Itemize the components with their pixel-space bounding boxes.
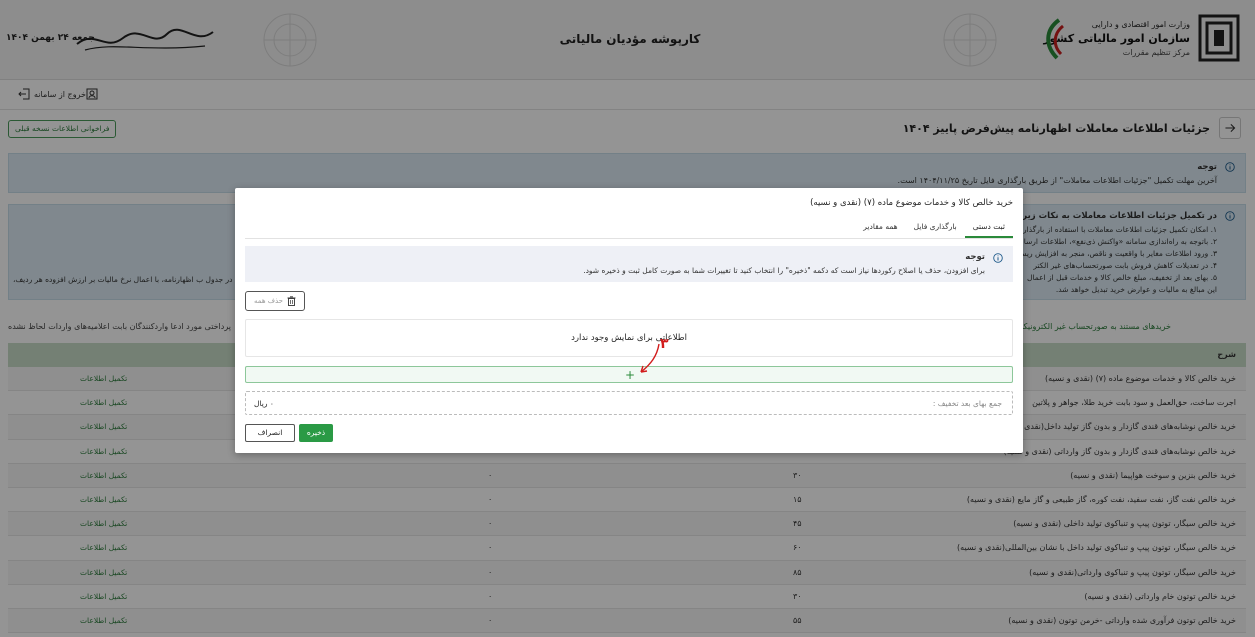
page: وزارت امور اقتصادی و دارایی سازمان امور … (0, 0, 1255, 637)
total-label: جمع بهای بعد تخفیف : (932, 399, 1002, 408)
add-record-button[interactable]: + (245, 366, 1013, 383)
modal-notice: توجه برای افزودن، حذف یا اصلاح رکوردها ن… (245, 246, 1013, 282)
tab-file-upload[interactable]: بارگذاری فایل (906, 218, 965, 238)
annotation-number: ۳ (660, 336, 669, 352)
save-button[interactable]: ذخیره (299, 424, 333, 442)
modal-title: خرید خالص کالا و خدمات موضوع ماده (۷) (ن… (810, 198, 1013, 208)
cancel-button[interactable]: انصراف (245, 424, 295, 442)
total-value: ۰ ریال (254, 399, 274, 408)
modal-notice-body: برای افزودن، حذف یا اصلاح رکوردها نیاز ا… (583, 266, 985, 275)
total-after-discount: جمع بهای بعد تخفیف : ۰ ریال (245, 391, 1013, 415)
delete-all-button[interactable]: حذف همه (245, 291, 305, 311)
modal-tabs: ثبت دستی بارگذاری فایل همه مقادیر (855, 218, 1013, 238)
plus-icon: + (625, 368, 636, 382)
item-details-modal: خرید خالص کالا و خدمات موضوع ماده (۷) (ن… (235, 188, 1023, 453)
modal-notice-title: توجه (965, 252, 985, 262)
delete-all-label: حذف همه (254, 297, 283, 305)
empty-state-message: اطلاعاتی برای نمایش وجود ندارد (571, 333, 687, 343)
records-list: اطلاعاتی برای نمایش وجود ندارد (245, 319, 1013, 357)
tab-all-values[interactable]: همه مقادیر (855, 218, 905, 238)
trash-icon (287, 296, 296, 306)
tab-divider (245, 238, 1013, 239)
info-icon (993, 253, 1003, 263)
tab-manual-entry[interactable]: ثبت دستی (964, 218, 1013, 238)
